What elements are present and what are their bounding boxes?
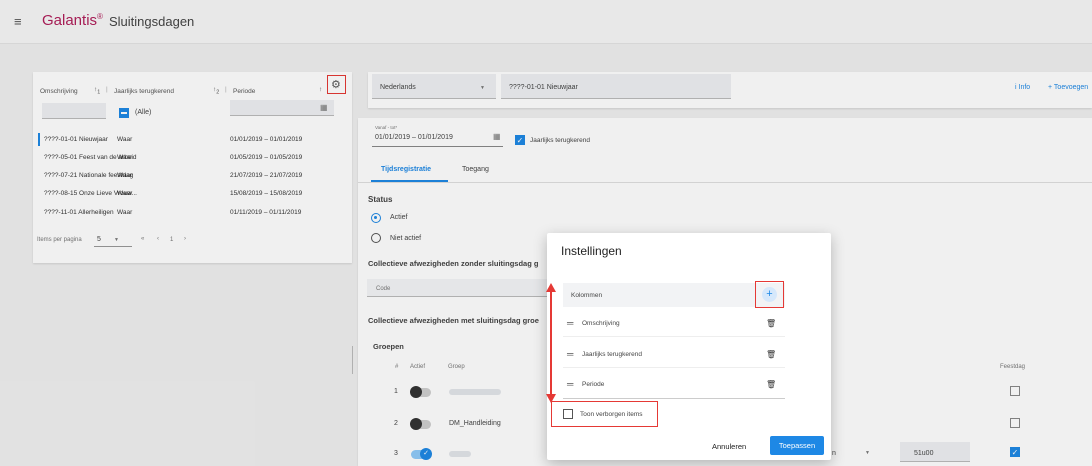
- column-item: Periode: [582, 381, 605, 388]
- drag-handle-icon[interactable]: ═: [567, 318, 573, 328]
- apply-button[interactable]: Toepassen: [770, 436, 824, 455]
- column-item: Omschrijving: [582, 320, 620, 327]
- dialog-title: Instellingen: [561, 244, 622, 258]
- show-hidden-checkbox[interactable]: [563, 409, 573, 419]
- column-item: Jaarlijks terugkerend: [582, 351, 642, 358]
- item-divider: [563, 336, 785, 337]
- columns-label: Kolommen: [571, 292, 603, 299]
- add-column-highlight: [755, 281, 784, 308]
- trash-icon[interactable]: 🗑: [766, 380, 776, 389]
- arrow-up-icon: [546, 283, 556, 292]
- drag-handle-icon[interactable]: ═: [567, 379, 573, 389]
- reorder-arrow: [550, 292, 552, 396]
- show-hidden-label: Toon verborgen items: [580, 411, 643, 418]
- trash-icon[interactable]: 🗑: [766, 319, 776, 328]
- trash-icon[interactable]: 🗑: [766, 350, 776, 359]
- drag-handle-icon[interactable]: ═: [567, 349, 573, 359]
- item-divider: [563, 367, 785, 368]
- item-divider: [563, 398, 785, 399]
- cancel-button[interactable]: Annuleren: [712, 442, 746, 451]
